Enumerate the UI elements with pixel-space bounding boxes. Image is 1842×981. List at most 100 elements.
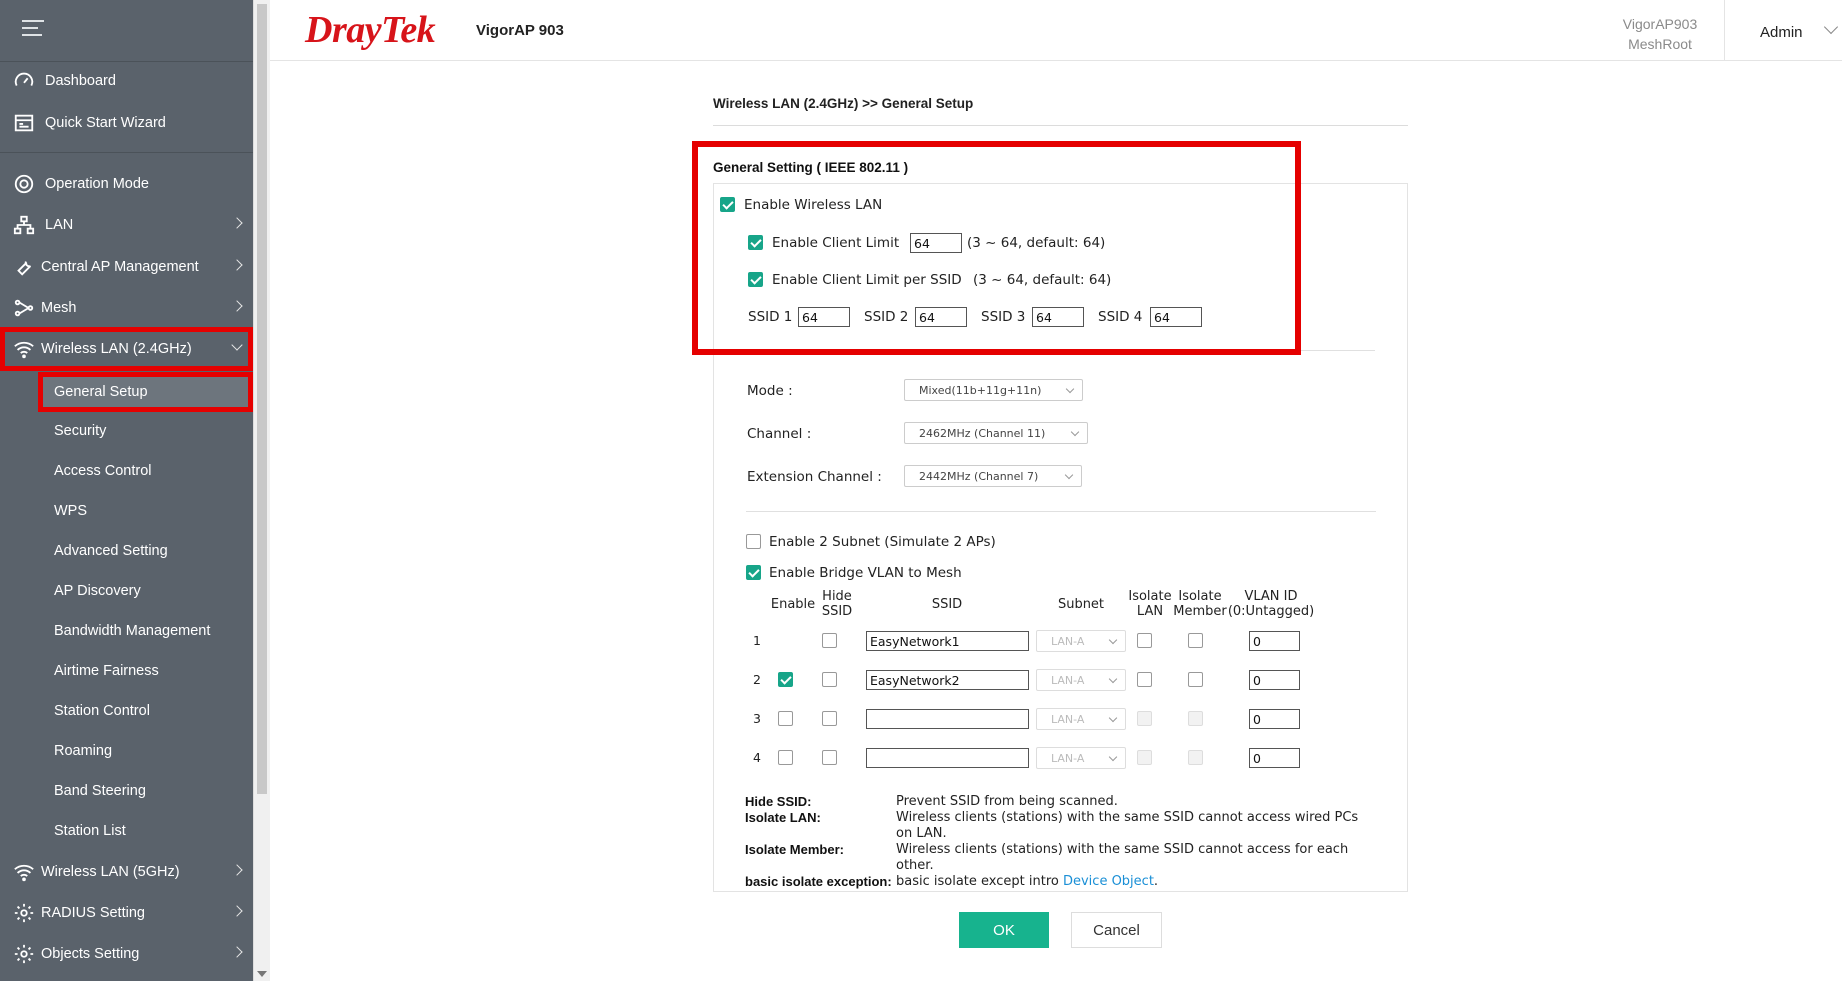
row3-vlan-input[interactable] <box>1249 709 1300 729</box>
sidebar-subitem-security[interactable]: Security <box>54 417 106 445</box>
sidebar-subitem-station-control[interactable]: Station Control <box>54 697 150 725</box>
row2-isolate-member-checkbox[interactable] <box>1188 672 1203 687</box>
sidebar-subitem-airtime-fairness[interactable]: Airtime Fairness <box>54 657 159 685</box>
ok-button[interactable]: OK <box>959 912 1049 948</box>
chevron-down-icon[interactable] <box>1823 19 1839 35</box>
row4-hide-ssid-checkbox[interactable] <box>822 750 837 765</box>
row3-ssid-input[interactable] <box>866 709 1029 729</box>
sidebar-subitem-bandwidth-management[interactable]: Bandwidth Management <box>54 617 210 645</box>
row4-ssid-input[interactable] <box>866 748 1029 768</box>
two-subnet-checkbox[interactable] <box>746 534 761 549</box>
subitem-label: General Setup <box>54 384 148 400</box>
gear-icon <box>13 902 35 924</box>
channel-select[interactable]: 2462MHz (Channel 11) <box>904 422 1088 444</box>
legend-key-isolate-lan: Isolate LAN: <box>745 810 821 825</box>
row2-vlan-input[interactable] <box>1249 670 1300 690</box>
sidebar-item-objects-setting[interactable]: Objects Setting <box>0 937 253 971</box>
row1-ssid-input[interactable] <box>866 631 1029 651</box>
divider <box>746 511 1376 512</box>
mode-label: Mode : <box>747 383 793 399</box>
wrench-icon <box>13 256 35 278</box>
sidebar-item-wireless-lan-5ghz[interactable]: Wireless LAN (5GHz) <box>0 855 253 889</box>
row1-subnet-select[interactable]: LAN-A <box>1036 630 1126 652</box>
sidebar-item-dashboard[interactable]: Dashboard <box>0 64 253 98</box>
enable-wlan-checkbox[interactable] <box>720 197 735 212</box>
scroll-down-arrow-icon[interactable] <box>257 971 267 977</box>
sidebar-item-label: Operation Mode <box>45 176 149 192</box>
ssid4-limit-label: SSID 4 <box>1098 309 1143 325</box>
sidebar-item-radius-setting[interactable]: RADIUS Setting <box>0 896 253 930</box>
client-limit-ssid-label: Enable Client Limit per SSID <box>772 272 962 288</box>
sidebar-item-label: Wireless LAN (5GHz) <box>41 864 180 880</box>
subitem-label: Security <box>54 423 107 439</box>
legend-value-isolate-lan: Wireless clients (stations) with the sam… <box>896 810 1359 841</box>
operation-mode-icon <box>13 173 35 195</box>
chevron-down-icon <box>231 339 243 351</box>
row1-vlan-input[interactable] <box>1249 631 1300 651</box>
sidebar-item-mesh[interactable]: Mesh <box>0 291 253 325</box>
sidebar-item-wireless-lan-24ghz[interactable]: Wireless LAN (2.4GHz) <box>0 327 253 371</box>
row2-enable-checkbox[interactable] <box>778 672 793 687</box>
chevron-right-icon <box>231 217 243 229</box>
client-limit-ssid-checkbox[interactable] <box>748 272 763 287</box>
client-limit-input[interactable] <box>910 233 962 253</box>
row3-enable-checkbox[interactable] <box>778 711 793 726</box>
scrollbar-thumb[interactable] <box>257 4 267 794</box>
row4-isolate-member-checkbox[interactable] <box>1188 750 1203 765</box>
row1-isolate-lan-checkbox[interactable] <box>1137 633 1152 648</box>
row3-hide-ssid-checkbox[interactable] <box>822 711 837 726</box>
ssid4-limit-input[interactable] <box>1150 307 1202 327</box>
sidebar-item-lan[interactable]: LAN <box>0 208 253 242</box>
row2-subnet-select[interactable]: LAN-A <box>1036 669 1126 691</box>
row-number: 1 <box>753 633 761 648</box>
legend-value-isolate-member: Wireless clients (stations) with the sam… <box>896 842 1349 873</box>
row4-subnet-select[interactable]: LAN-A <box>1036 747 1126 769</box>
extension-channel-select[interactable]: 2442MHz (Channel 7) <box>904 465 1082 487</box>
mode-select[interactable]: Mixed(11b+11g+11n) <box>904 379 1083 401</box>
sidebar-subitem-roaming[interactable]: Roaming <box>54 737 112 765</box>
subitem-label: Access Control <box>54 463 152 479</box>
client-limit-checkbox[interactable] <box>748 235 763 250</box>
sidebar-subitem-ap-discovery[interactable]: AP Discovery <box>54 577 141 605</box>
divider <box>1301 350 1375 351</box>
row3-isolate-lan-checkbox[interactable] <box>1137 711 1152 726</box>
sidebar-subitem-band-steering[interactable]: Band Steering <box>54 777 146 805</box>
ssid1-limit-input[interactable] <box>798 307 850 327</box>
row4-enable-checkbox[interactable] <box>778 750 793 765</box>
legend-suffix: . <box>1153 874 1159 889</box>
cancel-button[interactable]: Cancel <box>1071 912 1162 948</box>
row2-ssid-input[interactable] <box>866 670 1029 690</box>
ssid3-limit-input[interactable] <box>1032 307 1084 327</box>
row2-isolate-lan-checkbox[interactable] <box>1137 672 1152 687</box>
sidebar-subitem-general-setup[interactable]: General Setup <box>38 372 253 412</box>
row3-isolate-member-checkbox[interactable] <box>1188 711 1203 726</box>
hamburger-menu-icon[interactable] <box>22 20 44 40</box>
row4-isolate-lan-checkbox[interactable] <box>1137 750 1152 765</box>
sidebar-subitem-wps[interactable]: WPS <box>54 497 87 525</box>
subitem-label: Band Steering <box>54 783 146 799</box>
wifi-icon <box>13 338 35 360</box>
device-object-link[interactable]: Device Object <box>1063 874 1154 889</box>
sidebar-item-quick-start-wizard[interactable]: Quick Start Wizard <box>0 106 253 140</box>
row3-subnet-select[interactable]: LAN-A <box>1036 708 1126 730</box>
sidebar-item-label: Wireless LAN (2.4GHz) <box>41 341 192 357</box>
sidebar-item-label: Quick Start Wizard <box>45 115 166 131</box>
sidebar-subitem-advanced-setting[interactable]: Advanced Setting <box>54 537 168 565</box>
bridge-vlan-checkbox[interactable] <box>746 565 761 580</box>
legend-key-hide-ssid: Hide SSID: <box>745 794 812 809</box>
user-menu[interactable]: Admin <box>1760 24 1803 41</box>
ssid2-limit-label: SSID 2 <box>864 309 909 325</box>
sidebar-subitem-station-list[interactable]: Station List <box>54 817 126 845</box>
row4-vlan-input[interactable] <box>1249 748 1300 768</box>
row1-isolate-member-checkbox[interactable] <box>1188 633 1203 648</box>
sidebar-item-central-ap-management[interactable]: Central AP Management <box>0 250 253 284</box>
sidebar-item-operation-mode[interactable]: Operation Mode <box>0 167 253 201</box>
legend-text: basic isolate except intro <box>896 874 1063 889</box>
two-subnet-label: Enable 2 Subnet (Simulate 2 APs) <box>769 534 996 550</box>
sidebar-subitem-access-control[interactable]: Access Control <box>54 457 152 485</box>
ssid2-limit-input[interactable] <box>915 307 967 327</box>
row1-hide-ssid-checkbox[interactable] <box>822 633 837 648</box>
sidebar-divider <box>0 152 253 153</box>
sidebar-scrollbar[interactable] <box>253 0 270 981</box>
row2-hide-ssid-checkbox[interactable] <box>822 672 837 687</box>
